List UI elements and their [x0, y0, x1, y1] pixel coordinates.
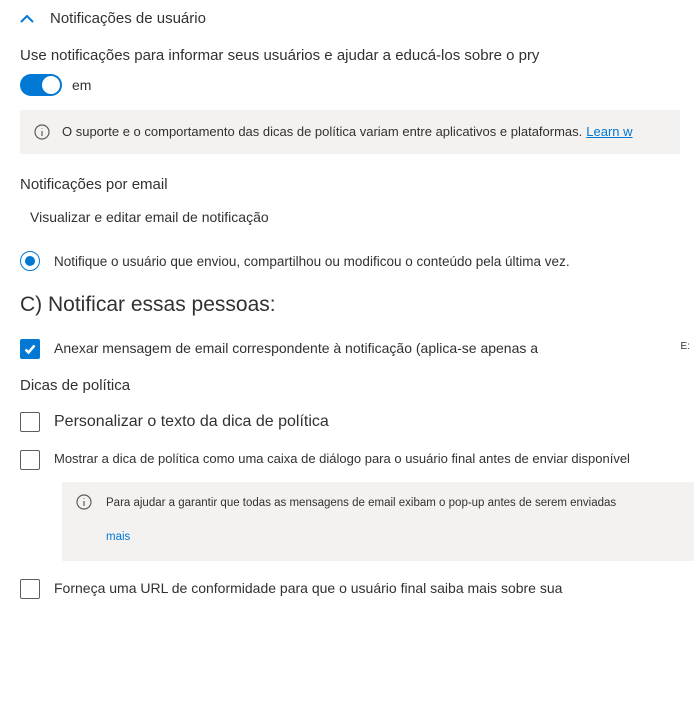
learn-more-link[interactable]: Learn w	[586, 124, 632, 139]
notify-people-heading: C) Notificar essas pessoas:	[20, 293, 696, 317]
customize-tip-label: Personalizar o texto da dica de política	[54, 412, 329, 431]
dialog-tip-label: Mostrar a dica de política como uma caix…	[54, 450, 630, 466]
policy-tips-heading: Dicas de política	[20, 377, 696, 394]
email-notifications-heading: Notificações por email	[20, 176, 696, 193]
attach-email-label: Anexar mensagem de email correspondente …	[54, 339, 538, 356]
section-title: Notificações de usuário	[50, 10, 206, 27]
toggle-state-label: em	[72, 77, 91, 93]
dialog-tip-checkbox[interactable]	[20, 450, 40, 470]
notify-sender-radio[interactable]	[20, 251, 40, 271]
section-description: Use notificações para informar seus usuá…	[20, 47, 696, 64]
popup-banner-text: Para ajudar a garantir que todas as mens…	[106, 497, 616, 509]
compliance-url-checkbox[interactable]	[20, 579, 40, 599]
policy-tip-support-banner: O suporte e o comportamento das dicas de…	[20, 110, 680, 154]
chevron-up-icon[interactable]	[20, 12, 34, 26]
view-edit-email-link[interactable]: Visualizar e editar email de notificação	[30, 209, 696, 225]
customize-tip-checkbox[interactable]	[20, 412, 40, 432]
notify-sender-label: Notifique o usuário que enviou, comparti…	[54, 254, 570, 269]
banner-text: O suporte e o comportamento das dicas de…	[62, 124, 582, 139]
compliance-url-label: Forneça uma URL de conformidade para que…	[54, 579, 562, 596]
notifications-toggle[interactable]	[20, 74, 62, 96]
popup-help-banner: Para ajudar a garantir que todas as mens…	[62, 482, 694, 561]
attach-email-checkbox[interactable]	[20, 339, 40, 359]
info-icon	[76, 494, 92, 510]
info-icon	[34, 124, 50, 140]
side-letter: E:	[681, 341, 690, 352]
more-link[interactable]: mais	[106, 528, 616, 546]
